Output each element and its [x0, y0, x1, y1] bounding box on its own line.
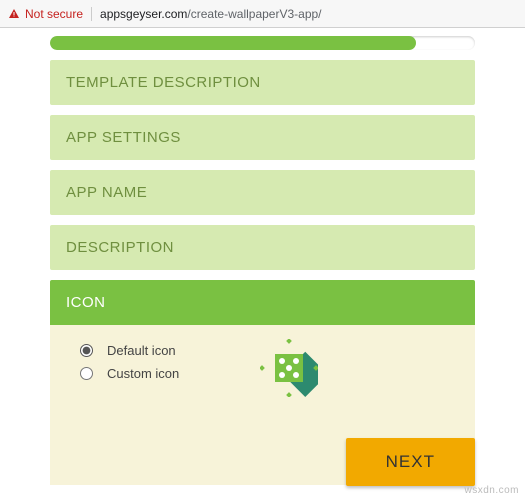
- default-icon-preview: [260, 339, 318, 397]
- url-text[interactable]: appsgeyser.com/create-wallpaperV3-app/: [92, 7, 321, 21]
- radio-input-custom[interactable]: [80, 367, 93, 380]
- panel-description[interactable]: DESCRIPTION: [50, 225, 475, 270]
- panel-icon-header[interactable]: ICON: [50, 280, 475, 325]
- url-domain: appsgeyser.com: [100, 7, 187, 21]
- app-icon: [260, 339, 318, 397]
- next-button-label: NEXT: [386, 452, 435, 471]
- url-path: /create-wallpaperV3-app/: [187, 7, 321, 21]
- security-label: Not secure: [25, 7, 83, 21]
- progress-fill: [50, 36, 416, 50]
- watermark: wsxdn.com: [464, 485, 519, 496]
- security-indicator[interactable]: Not secure: [8, 7, 92, 21]
- panel-label: DESCRIPTION: [66, 239, 174, 256]
- page-content: TEMPLATE DESCRIPTION APP SETTINGS APP NA…: [0, 28, 525, 485]
- radio-input-default[interactable]: [80, 344, 93, 357]
- radio-label: Default icon: [107, 343, 176, 358]
- next-button[interactable]: NEXT: [346, 438, 475, 486]
- address-bar[interactable]: Not secure appsgeyser.com/create-wallpap…: [0, 0, 525, 28]
- panel-label: APP SETTINGS: [66, 129, 181, 146]
- panel-app-settings[interactable]: APP SETTINGS: [50, 115, 475, 160]
- panel-app-name[interactable]: APP NAME: [50, 170, 475, 215]
- radio-label: Custom icon: [107, 366, 179, 381]
- panel-label: TEMPLATE DESCRIPTION: [66, 74, 261, 91]
- progress-bar: [50, 36, 475, 50]
- panel-template-description[interactable]: TEMPLATE DESCRIPTION: [50, 60, 475, 105]
- warning-icon: [8, 8, 20, 20]
- panel-label: APP NAME: [66, 184, 147, 201]
- panel-label: ICON: [66, 294, 106, 311]
